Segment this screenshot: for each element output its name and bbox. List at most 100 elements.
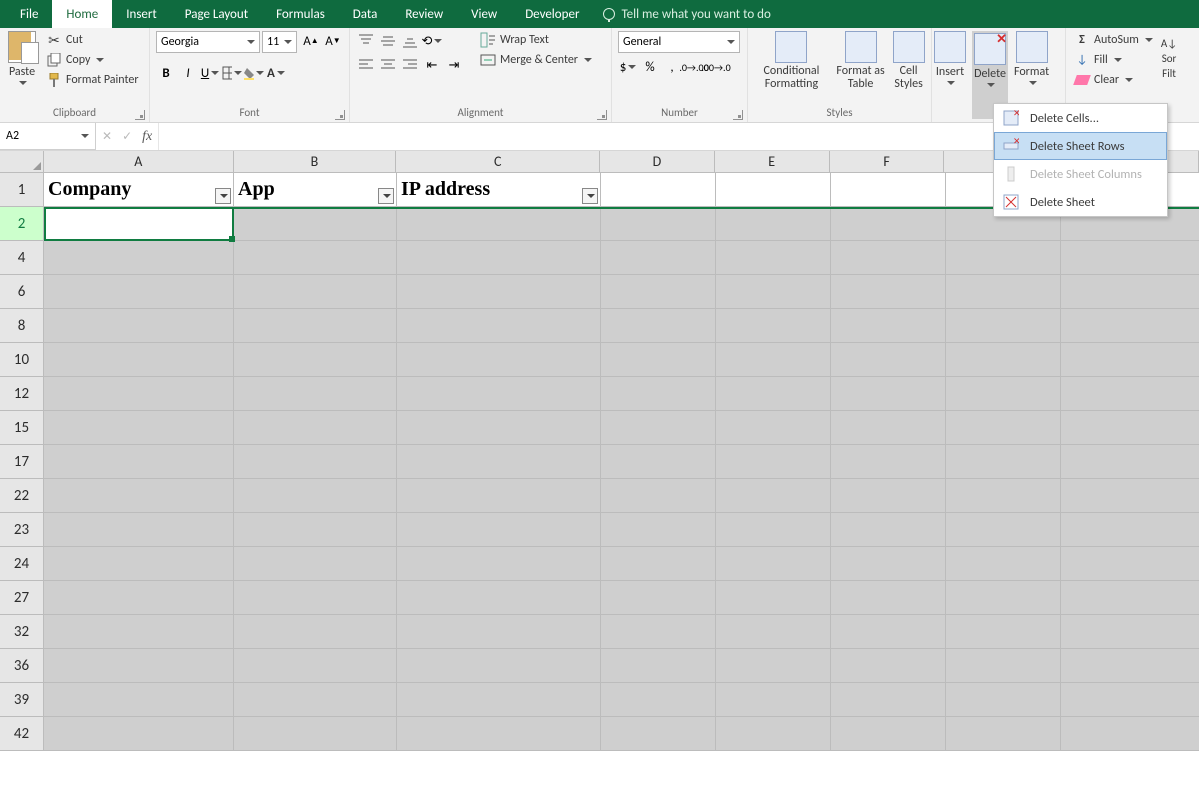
cell[interactable] xyxy=(397,275,601,309)
row-header[interactable]: 17 xyxy=(0,445,44,479)
cell[interactable] xyxy=(1061,445,1199,479)
cell[interactable] xyxy=(831,377,946,411)
cell[interactable] xyxy=(716,547,831,581)
cell[interactable] xyxy=(44,275,234,309)
tab-page-layout[interactable]: Page Layout xyxy=(171,0,262,28)
tab-formulas[interactable]: Formulas xyxy=(262,0,339,28)
cell[interactable] xyxy=(946,343,1061,377)
fill-button[interactable]: ↓ Fill xyxy=(1072,51,1155,69)
decrease-font-button[interactable]: A▼ xyxy=(323,31,343,51)
cell[interactable] xyxy=(601,649,716,683)
row-header[interactable]: 39 xyxy=(0,683,44,717)
cell[interactable] xyxy=(397,377,601,411)
format-as-table-button[interactable]: Format as Table xyxy=(835,31,886,106)
cell[interactable] xyxy=(234,717,397,751)
cell[interactable] xyxy=(234,547,397,581)
cell[interactable] xyxy=(716,479,831,513)
cell[interactable] xyxy=(831,275,946,309)
cell[interactable] xyxy=(397,445,601,479)
cell[interactable] xyxy=(397,513,601,547)
dialog-launcher-icon[interactable] xyxy=(135,110,145,120)
cell[interactable] xyxy=(601,717,716,751)
cell[interactable] xyxy=(716,513,831,547)
cell[interactable] xyxy=(234,343,397,377)
cell[interactable] xyxy=(946,275,1061,309)
cell[interactable] xyxy=(397,241,601,275)
tab-view[interactable]: View xyxy=(457,0,511,28)
cell[interactable] xyxy=(601,207,716,241)
number-format-select[interactable]: General xyxy=(618,31,740,53)
cell[interactable] xyxy=(397,479,601,513)
cell[interactable] xyxy=(716,207,831,241)
cell[interactable] xyxy=(234,411,397,445)
dialog-launcher-icon[interactable] xyxy=(597,110,607,120)
decrease-decimal-button[interactable]: .00→.0 xyxy=(706,57,726,77)
cell[interactable] xyxy=(397,615,601,649)
align-center-button[interactable] xyxy=(378,55,398,75)
col-header-F[interactable]: F xyxy=(830,151,945,173)
borders-button[interactable] xyxy=(222,63,242,83)
cell[interactable] xyxy=(1061,683,1199,717)
cell[interactable] xyxy=(831,343,946,377)
cell[interactable] xyxy=(397,207,601,241)
cell[interactable] xyxy=(234,207,397,241)
row-header[interactable]: 32 xyxy=(0,615,44,649)
fill-color-button[interactable] xyxy=(244,63,264,83)
dialog-launcher-icon[interactable] xyxy=(335,110,345,120)
cell[interactable] xyxy=(601,479,716,513)
tab-home[interactable]: Home xyxy=(52,0,112,28)
cell[interactable] xyxy=(831,581,946,615)
insert-cells-button[interactable]: Insert xyxy=(934,31,966,119)
row-header[interactable]: 24 xyxy=(0,547,44,581)
cell[interactable] xyxy=(946,377,1061,411)
menu-delete-sheet-rows[interactable]: ✕ Delete Sheet Rows xyxy=(994,132,1167,160)
cell[interactable] xyxy=(716,683,831,717)
row-header[interactable]: 27 xyxy=(0,581,44,615)
col-header-E[interactable]: E xyxy=(715,151,830,173)
cell[interactable] xyxy=(44,683,234,717)
row-header[interactable]: 6 xyxy=(0,275,44,309)
underline-button[interactable]: U xyxy=(200,63,220,83)
cell[interactable] xyxy=(397,581,601,615)
font-color-button[interactable]: A xyxy=(266,63,286,83)
tab-insert[interactable]: Insert xyxy=(112,0,171,28)
font-size-select[interactable]: 11 xyxy=(262,31,297,53)
cell[interactable] xyxy=(831,683,946,717)
row-header[interactable]: 23 xyxy=(0,513,44,547)
cell[interactable] xyxy=(234,615,397,649)
cell[interactable] xyxy=(946,445,1061,479)
cell[interactable] xyxy=(234,309,397,343)
cell[interactable] xyxy=(44,411,234,445)
dialog-launcher-icon[interactable] xyxy=(733,110,743,120)
cell[interactable] xyxy=(831,649,946,683)
cancel-formula-icon[interactable]: ✕ xyxy=(102,129,112,144)
cell[interactable] xyxy=(716,343,831,377)
cell[interactable] xyxy=(601,615,716,649)
cell[interactable] xyxy=(1061,377,1199,411)
row-header[interactable]: 15 xyxy=(0,411,44,445)
wrap-text-button[interactable]: Wrap Text xyxy=(478,31,594,49)
cell[interactable] xyxy=(1061,513,1199,547)
row-header[interactable]: 4 xyxy=(0,241,44,275)
cell[interactable] xyxy=(234,683,397,717)
merge-center-button[interactable]: Merge & Center xyxy=(478,51,594,69)
bold-button[interactable]: B xyxy=(156,63,176,83)
cell[interactable] xyxy=(1061,479,1199,513)
cell-styles-button[interactable]: Cell Styles xyxy=(892,31,925,106)
cell[interactable] xyxy=(716,411,831,445)
cell[interactable] xyxy=(234,479,397,513)
cell[interactable] xyxy=(601,343,716,377)
cell[interactable] xyxy=(44,377,234,411)
cell[interactable] xyxy=(397,309,601,343)
orientation-button[interactable]: ⟲ xyxy=(422,31,442,51)
tab-review[interactable]: Review xyxy=(391,0,457,28)
select-all-corner[interactable] xyxy=(0,151,44,173)
cell[interactable] xyxy=(601,377,716,411)
cell[interactable] xyxy=(397,649,601,683)
col-header-D[interactable]: D xyxy=(600,151,715,173)
cell[interactable] xyxy=(601,683,716,717)
copy-button[interactable]: Copy xyxy=(44,51,141,69)
increase-indent-button[interactable]: ⇥ xyxy=(444,55,464,75)
name-box[interactable]: A2 xyxy=(0,123,96,150)
row-header[interactable]: 10 xyxy=(0,343,44,377)
